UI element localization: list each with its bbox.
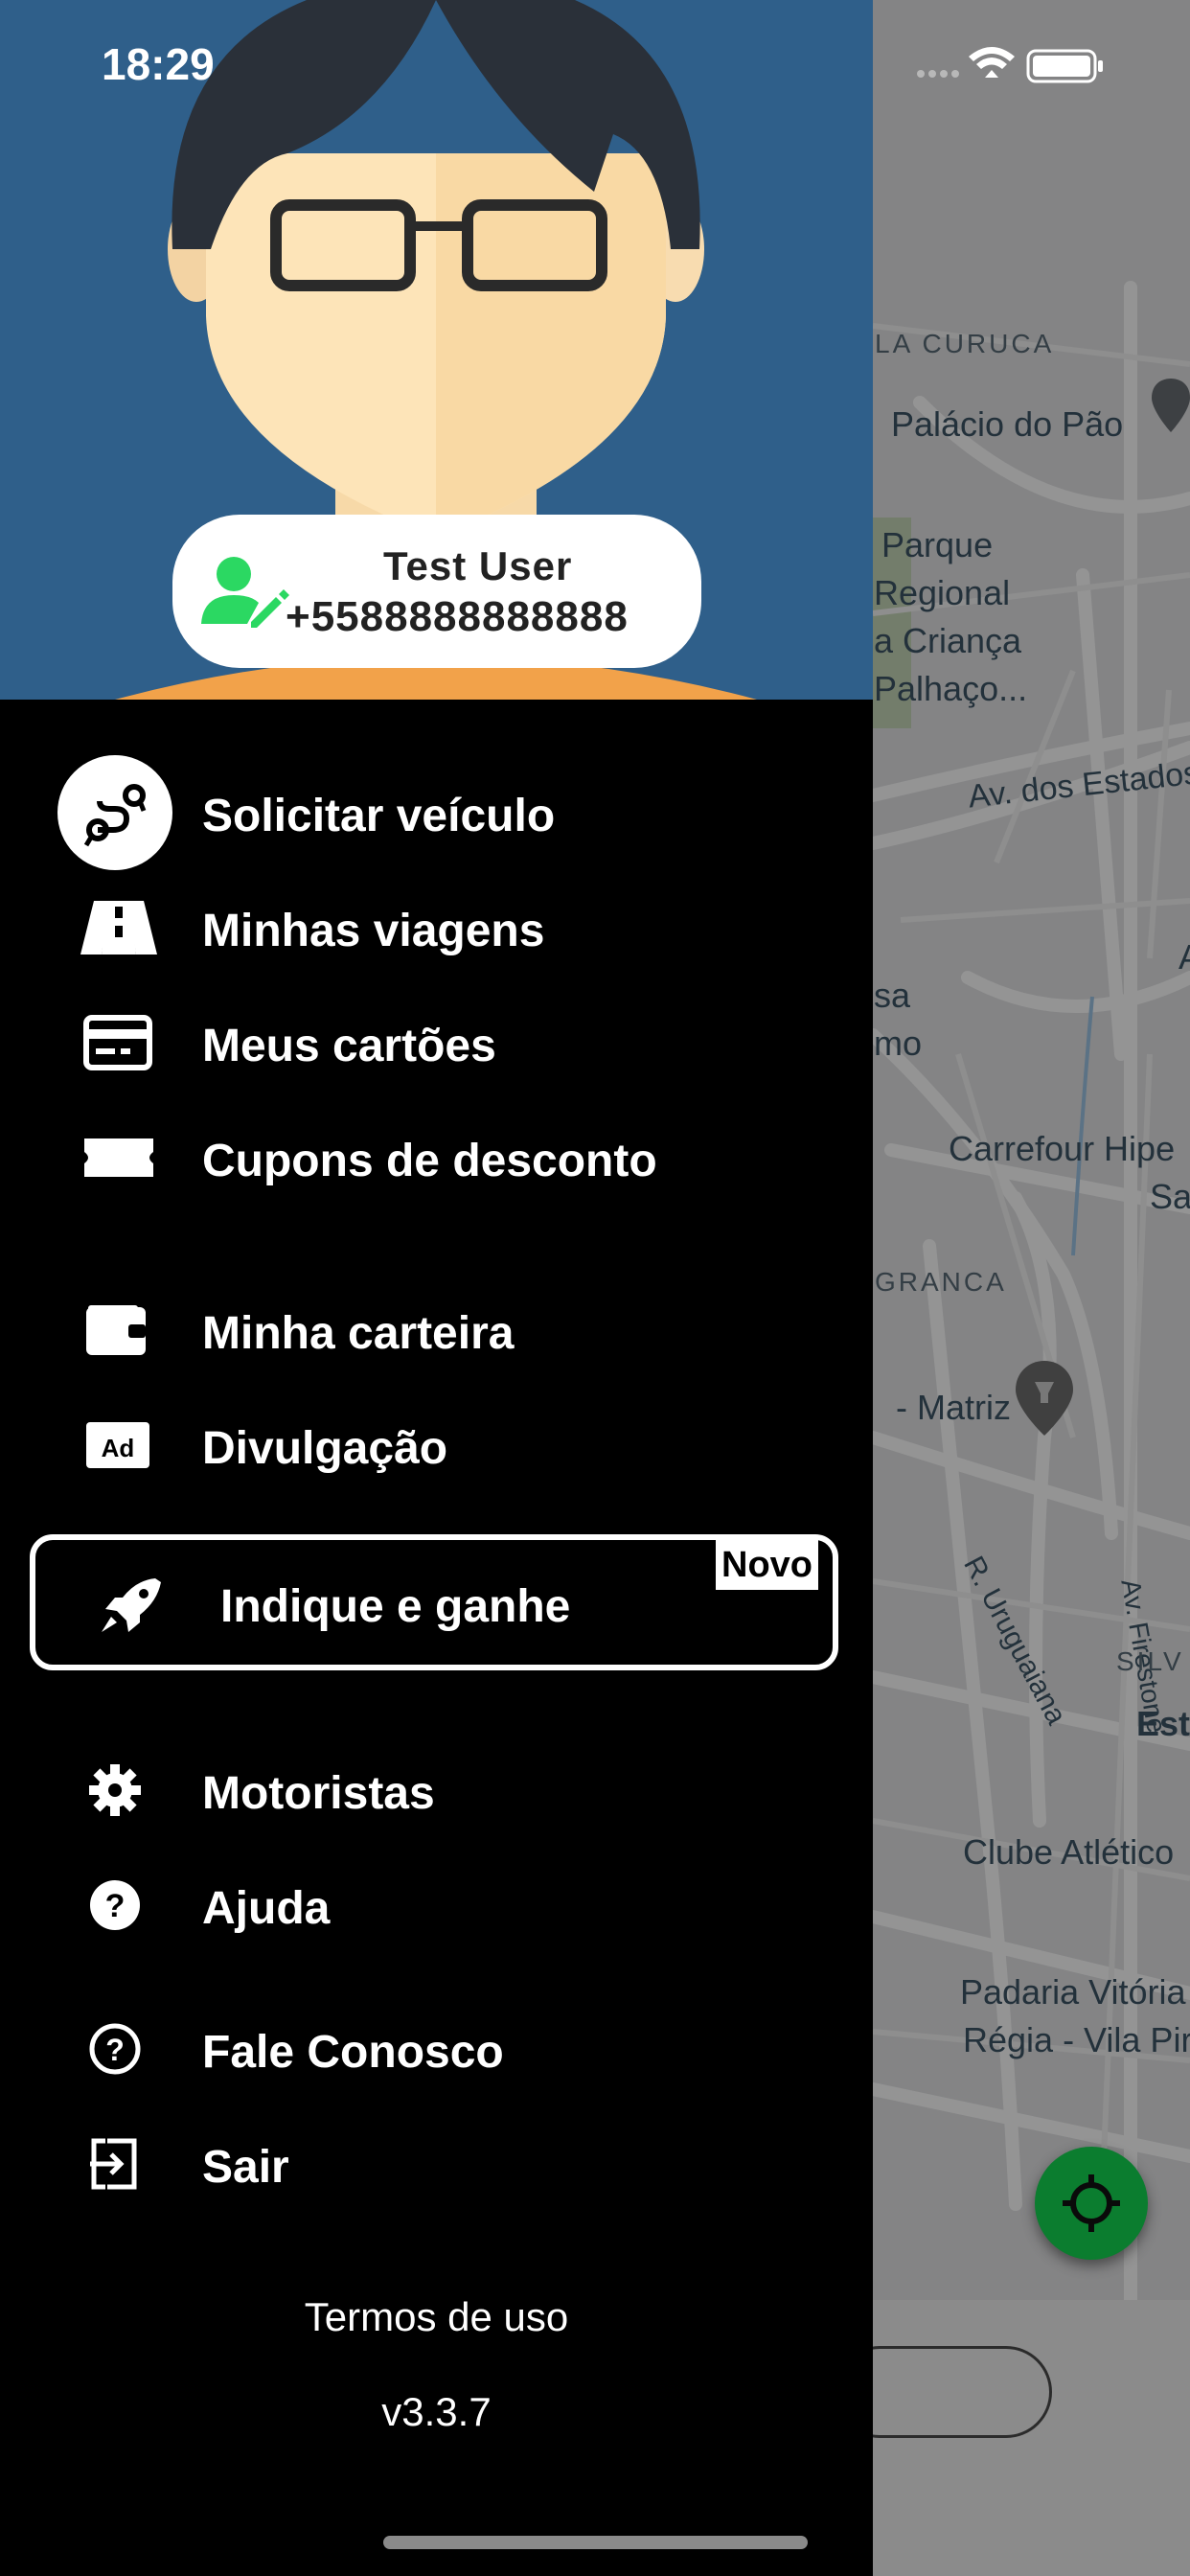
navigation-drawer: Test User +5588888888888 Solicitar veícu… — [0, 0, 873, 2576]
ad-icon: Ad — [80, 1416, 157, 1474]
credit-card-icon — [80, 1014, 157, 1071]
menu-item-label: Motoristas — [202, 1768, 435, 1819]
profile-header: Test User +5588888888888 — [0, 0, 873, 700]
menu-item-fale-conosco[interactable]: ? Fale Conosco — [0, 2001, 862, 2097]
svg-text:?: ? — [105, 1888, 126, 1924]
menu-item-ajuda[interactable]: ? Ajuda — [0, 1857, 862, 1953]
crosshair-icon — [1063, 2174, 1120, 2232]
gear-icon — [80, 1761, 157, 1819]
menu-item-label: Ajuda — [202, 1883, 331, 1934]
menu-item-cupons-desconto[interactable]: Cupons de desconto — [0, 1110, 862, 1206]
menu-item-sair[interactable]: Sair — [0, 2116, 862, 2212]
battery-icon — [1026, 49, 1103, 83]
bottom-panel — [872, 2300, 1190, 2576]
menu-item-label: Minhas viagens — [202, 906, 545, 956]
ticket-icon — [80, 1129, 157, 1186]
svg-text:Ad: Ad — [102, 1434, 135, 1462]
menu-item-label: Fale Conosco — [202, 2027, 504, 2078]
road-icon — [80, 899, 157, 956]
help-circle-icon: ? — [80, 1876, 157, 1934]
user-phone: +5588888888888 — [286, 593, 629, 640]
menu-item-label: Divulgação — [202, 1423, 448, 1474]
menu-item-label: Minha carteira — [202, 1308, 515, 1359]
route-icon — [57, 755, 172, 870]
menu-item-minhas-viagens[interactable]: Minhas viagens — [0, 880, 862, 976]
status-icons — [917, 47, 1103, 83]
new-badge: Novo — [716, 1540, 818, 1590]
svg-text:?: ? — [105, 2033, 125, 2067]
terms-of-use-link[interactable]: Termos de uso — [0, 2294, 873, 2340]
my-location-button[interactable] — [1035, 2147, 1148, 2260]
home-indicator — [383, 2536, 808, 2549]
menu-item-label: Sair — [202, 2142, 289, 2193]
menu-item-meus-cartoes[interactable]: Meus cartões — [0, 995, 862, 1091]
signal-icon — [917, 70, 959, 78]
menu-item-label: Solicitar veículo — [202, 791, 556, 841]
menu-item-motoristas[interactable]: Motoristas — [0, 1742, 862, 1838]
menu-item-solicitar-veiculo[interactable]: Solicitar veículo — [0, 755, 862, 870]
help-outline-icon: ? — [80, 2020, 157, 2078]
user-edit-icon — [201, 557, 289, 628]
wallet-icon — [80, 1301, 157, 1359]
user-name: Test User — [383, 543, 573, 588]
status-time: 18:29 — [102, 39, 215, 89]
menu-item-label: Cupons de desconto — [202, 1136, 657, 1186]
menu-item-minha-carteira[interactable]: Minha carteira — [0, 1282, 862, 1378]
menu-item-divulgacao[interactable]: Ad Divulgação — [0, 1397, 862, 1493]
menu-item-label: Meus cartões — [202, 1021, 496, 1071]
logout-icon — [80, 2135, 157, 2193]
menu-item-indique-e-ganhe[interactable]: Indique e ganhe Novo — [30, 1534, 838, 1670]
wifi-icon — [969, 47, 1015, 78]
user-profile-card[interactable]: Test User +5588888888888 — [172, 515, 701, 668]
app-version: v3.3.7 — [381, 2389, 492, 2434]
rocket-icon — [98, 1576, 174, 1634]
menu-item-label: Indique e ganhe — [220, 1581, 571, 1632]
